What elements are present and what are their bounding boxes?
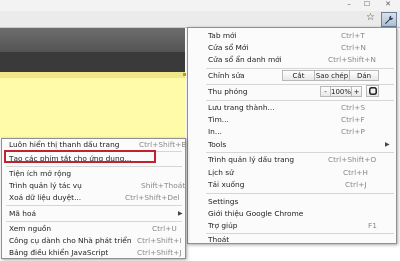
menu-item-label: Thoát (208, 235, 230, 244)
submenu-arrow-icon: ▶ (385, 141, 390, 148)
menu-item-new-window[interactable]: Cửa sổ Mới Ctrl+N (188, 42, 396, 54)
menu-item-label: Công cụ dành cho Nhà phát triển (9, 236, 132, 245)
highlight-box (4, 150, 156, 163)
zoom-in-button[interactable]: + (351, 86, 362, 97)
menu-item-find[interactable]: Tìm... Ctrl+F (188, 114, 396, 126)
menu-item-shortcut: Ctrl+N (341, 43, 366, 52)
menu-item-label: In... (208, 127, 222, 136)
wrench-menu-button[interactable] (381, 12, 397, 27)
menu-item-label: Chỉnh sửa (208, 71, 245, 80)
menu-item-label: Mã hoá (9, 209, 36, 218)
menu-separator (206, 193, 394, 194)
menu-item-shortcut: Ctrl+Shift+I (137, 236, 182, 245)
menu-item-shortcut: Ctrl+U (152, 224, 177, 233)
chrome-main-menu: Tab mới Ctrl+T Cửa sổ Mới Ctrl+N Cửa sổ … (187, 27, 397, 244)
menu-item-label: Thu phóng (208, 87, 248, 96)
submenu-item-task-manager[interactable]: Trình quản lý tác vụ Shift+Thoát (2, 180, 185, 192)
menu-item-shortcut: Ctrl+Shift+J (137, 248, 182, 257)
menu-separator (206, 68, 394, 69)
page-marker (183, 73, 186, 76)
menu-item-label: Tab mới (208, 31, 237, 40)
menu-item-label: Xem nguồn (9, 224, 52, 233)
menu-item-save-page[interactable]: Lưu trang thành... Ctrl+S (188, 102, 396, 114)
menu-item-shortcut: Ctrl+F (341, 115, 365, 124)
menu-item-tools[interactable]: Tools ▶ (188, 139, 396, 151)
menu-item-bookmark-manager[interactable]: Trình quản lý dấu trang Ctrl+Shift+O (188, 154, 396, 166)
copy-button[interactable]: Sao chép (314, 70, 350, 81)
menu-item-label: Bảng điều khiển JavaScript (9, 248, 109, 257)
menu-item-label: Tiện ích mở rộng (9, 169, 72, 178)
menu-item-shortcut: Ctrl+S (341, 103, 366, 112)
menu-item-label: Tìm... (208, 115, 229, 124)
menu-item-label: Tools (208, 140, 227, 149)
submenu-item-view-source[interactable]: Xem nguồn Ctrl+U (2, 223, 185, 235)
menu-item-shortcut: Ctrl+Shift+O (328, 155, 377, 164)
menu-item-label: Xoá dữ liệu duyệt... (9, 193, 82, 202)
zoom-out-button[interactable]: - (320, 86, 331, 97)
submenu-item-js-console[interactable]: Bảng điều khiển JavaScript Ctrl+Shift+J (2, 247, 185, 259)
menu-item-label: Trình quản lý tác vụ (9, 181, 82, 190)
menu-item-label: Settings (208, 197, 239, 206)
menu-item-exit[interactable]: Thoát (188, 234, 396, 246)
menu-item-downloads[interactable]: Tải xuống Ctrl+J (188, 179, 396, 191)
submenu-item-encoding[interactable]: Mã hoá ▶ (2, 208, 185, 220)
cut-button[interactable]: Cắt (282, 70, 315, 81)
menu-item-label: Giới thiệu Google Chrome (208, 209, 304, 218)
menu-item-label: Trợ giúp (208, 221, 238, 230)
browser-toolbar (0, 11, 400, 28)
submenu-arrow-icon: ▶ (178, 210, 183, 217)
wrench-icon (385, 15, 394, 25)
submenu-item-clear-data[interactable]: Xoá dữ liệu duyệt... Ctrl+Shift+Del (2, 192, 185, 204)
zoom-value: 100% (331, 86, 352, 97)
submenu-item-extensions[interactable]: Tiện ích mở rộng (2, 168, 185, 180)
menu-item-settings[interactable]: Settings (188, 196, 396, 208)
yellow-strip (0, 72, 185, 78)
menu-item-zoom: Thu phóng (188, 86, 396, 98)
menu-item-label: Lịch sử (208, 168, 234, 177)
fullscreen-icon (368, 87, 377, 95)
bookmark-star-icon[interactable]: ☆ (366, 12, 375, 23)
menu-item-shortcut: F1 (368, 221, 377, 230)
menu-separator (6, 205, 182, 206)
menu-item-about[interactable]: Giới thiệu Google Chrome (188, 208, 396, 220)
menu-separator (206, 152, 394, 153)
menu-item-new-tab[interactable]: Tab mới Ctrl+T (188, 30, 396, 42)
menu-item-label: Lưu trang thành... (208, 103, 275, 112)
menu-item-shortcut: Ctrl+P (341, 127, 365, 136)
menu-item-label: Cửa sổ Mới (208, 43, 249, 52)
menu-item-label: Trình quản lý dấu trang (208, 155, 295, 164)
menu-item-shortcut: Ctrl+J (345, 180, 367, 189)
menu-item-incognito[interactable]: Cửa sổ ẩn danh mới Ctrl+Shift+N (188, 54, 396, 66)
paste-button[interactable]: Dán (349, 70, 379, 81)
menu-separator (206, 100, 394, 101)
menu-separator (6, 166, 182, 167)
menu-item-history[interactable]: Lịch sử Ctrl+H (188, 167, 396, 179)
menu-item-shortcut: Shift+Thoát (141, 181, 186, 190)
menu-item-help[interactable]: Trợ giúp F1 (188, 220, 396, 232)
close-button[interactable]: ✕ (377, 0, 399, 11)
menu-item-shortcut: Ctrl+H (343, 168, 368, 177)
fullscreen-button[interactable] (366, 85, 379, 97)
submenu-item-dev-tools[interactable]: Công cụ dành cho Nhà phát triển Ctrl+Shi… (2, 235, 185, 247)
minimize-button[interactable]: – (340, 0, 358, 11)
menu-item-shortcut: Ctrl+Shift+N (328, 55, 376, 64)
maximize-button[interactable]: ☐ (358, 0, 376, 11)
menu-item-label: Cửa sổ ẩn danh mới (208, 55, 282, 64)
yellow-content-area (0, 72, 185, 138)
site-nav-band (0, 52, 185, 72)
menu-separator (6, 221, 182, 222)
menu-item-shortcut: Ctrl+T (341, 31, 365, 40)
menu-item-print[interactable]: In... Ctrl+P (188, 126, 396, 138)
menu-item-label: Tải xuống (208, 180, 245, 189)
menu-item-shortcut: Ctrl+Shift+Del (125, 193, 180, 202)
